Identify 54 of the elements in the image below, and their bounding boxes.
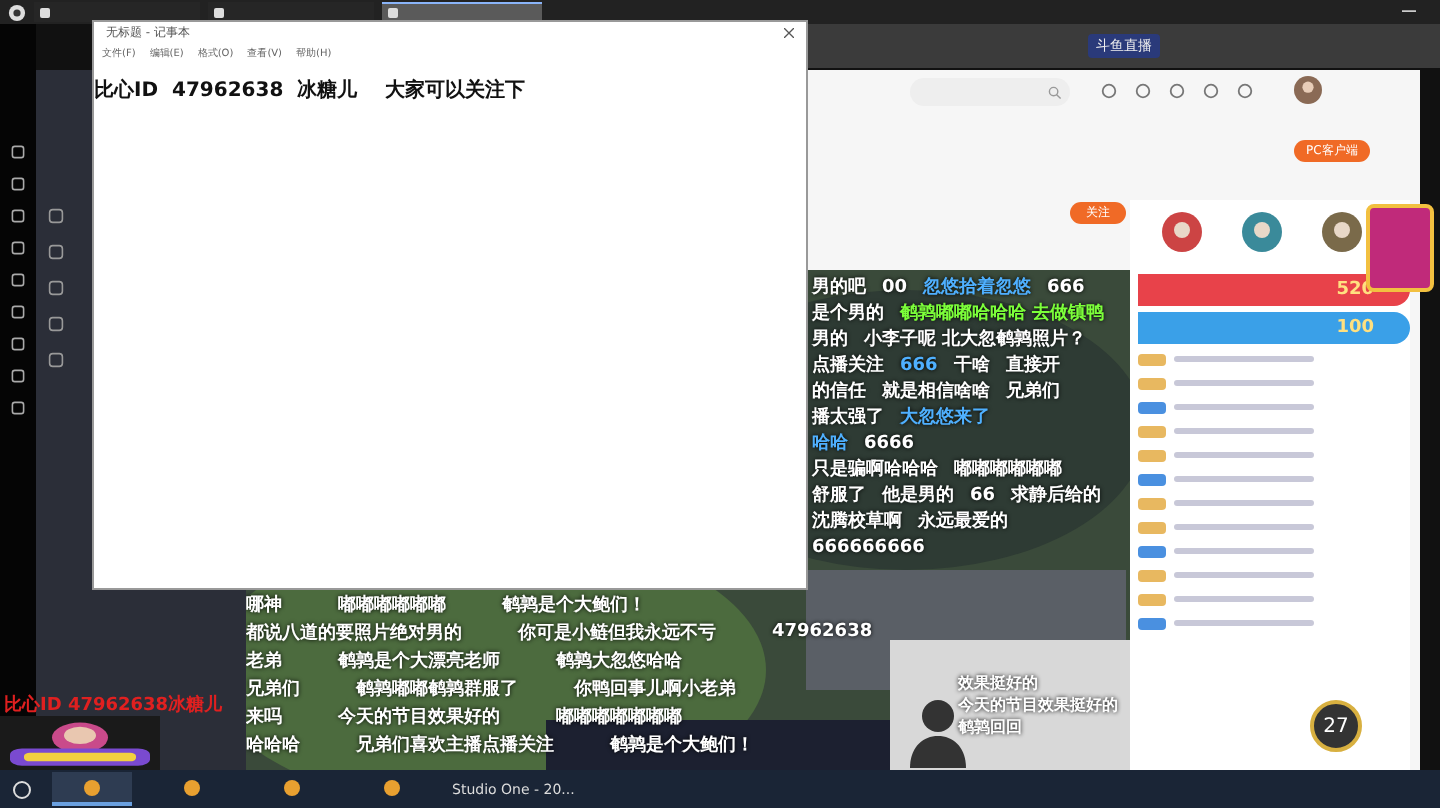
danmaku-comment: 666 [1047, 277, 1085, 297]
danmaku-comment: 只是骗啊哈哈哈 [812, 456, 938, 482]
danmaku-comment: 都说八道的要照片绝对男的 [246, 620, 462, 645]
danmaku-comment: 他是男的 [882, 483, 954, 508]
danmaku-comment: 今天的节目效果好的 [338, 704, 500, 729]
danmaku-comment: 6666 [864, 433, 915, 453]
danmaku-comment: 鹌鹑嘟嘟鹌鹑群服了 [356, 676, 518, 701]
danmaku-comment: 直接开 [1005, 352, 1060, 378]
danmaku-comment: 哈哈 [812, 431, 848, 456]
danmaku-comment: 00 [882, 277, 908, 297]
danmaku-comment: 老弟 [246, 648, 282, 673]
danmaku-comment: 男的吧 [812, 275, 866, 300]
danmaku-comment: 今天的节目效果挺好的 [958, 694, 1130, 716]
danmaku-comment: 嘟嘟嘟嘟嘟嘟 [338, 592, 446, 617]
danmaku-comment: 你鸭回事儿啊小老弟 [574, 676, 736, 701]
danmaku-comment: 来吗 [246, 704, 282, 729]
danmaku-comment: 兄弟们 [246, 677, 300, 701]
danmaku-comment: 你可是小鲢但我永远不亏 [518, 620, 716, 645]
danmaku-comment: 效果挺好的 [958, 672, 1130, 694]
danmaku-comment: 的信任 [812, 379, 866, 404]
danmaku-comment: 哪神 [246, 592, 282, 617]
danmaku-comment: 47962638 [772, 622, 873, 642]
danmaku-comment: 鹌鹑是个大鲍们！ [610, 732, 754, 757]
text-area[interactable]: 比心ID 47962638 冰糖儿 大家可以关注下 [94, 62, 806, 104]
danmaku-comment: 忽悠拾着忽悠 [923, 274, 1032, 300]
danmaku-comment: 鹌鹑是个大漂亮老师 [338, 648, 500, 673]
danmaku-comment: 兄弟们喜欢主播点播关注 [356, 732, 554, 757]
gift-amount: 100 [1336, 318, 1374, 338]
danmaku-comment: 永远最爱的 [918, 508, 1008, 534]
danmaku-comment: 鹌鹑嘟嘟哈哈哈 去做镇鸭 [900, 300, 1105, 326]
danmaku-comment: 点播关注 [812, 352, 884, 378]
danmaku-comment: 鹌鹑是个大鲍们！ [502, 592, 646, 617]
note-text: 比心ID 47962638 冰糖儿 大家可以关注下 [94, 80, 526, 102]
danmaku-comment: 大忽悠来了 [900, 404, 990, 430]
danmaku-comment: 播太强了 [812, 404, 884, 430]
danmaku-comment: 666 [900, 355, 938, 375]
danmaku-comment: 求静后给的 [1011, 482, 1102, 508]
danmaku-comment: 干啥 [953, 353, 990, 378]
danmaku-comment: 鹌鹑回回 [958, 716, 1130, 738]
danmaku-comment: 就是相信啥啥 [882, 378, 990, 404]
danmaku-comment: 鹌鹑大忽悠哈哈 [556, 648, 682, 673]
danmaku-comment: 嘟嘟嘟嘟嘟嘟嘟 [556, 704, 682, 729]
danmaku-comment: 哈哈哈 [246, 733, 300, 757]
danmaku-comment: 嘟嘟嘟嘟嘟嘟 [954, 456, 1062, 482]
viewer-count-badge: 27 [1310, 700, 1362, 752]
danmaku-comment: 兄弟们 [1006, 379, 1060, 404]
danmaku-comment: 66 [970, 485, 996, 505]
danmaku-comment: 小李子呢 北大忽鹌鹑照片？ [864, 326, 1087, 352]
danmaku-comment: 沈腾校草啊 [812, 508, 902, 534]
danmaku-comment: 666666666 [812, 537, 925, 557]
danmaku-comment: 舒服了 [812, 483, 866, 508]
danmaku-comment: 是个男的 [812, 301, 884, 326]
overlay-text: 比心ID 47962638冰糖儿 [4, 692, 223, 718]
danmaku-comment: 男的 [812, 327, 848, 352]
